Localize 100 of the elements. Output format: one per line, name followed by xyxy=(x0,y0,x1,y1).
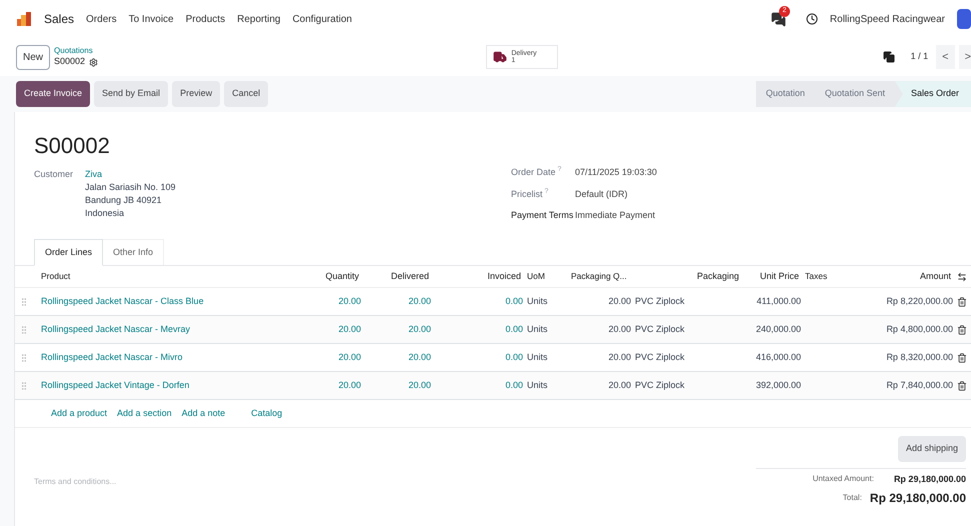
truck-icon xyxy=(493,50,508,64)
table-cell-text: 411,000.00 xyxy=(756,294,801,308)
column-header[interactable]: Packaging xyxy=(631,270,741,284)
table-cell-text: 20.00 xyxy=(407,378,431,392)
column-header[interactable]: Invoiced xyxy=(431,270,523,284)
table-cell-text: PVC Ziplock xyxy=(634,378,686,392)
record-name: S00002 xyxy=(54,56,86,68)
action-button[interactable]: Cancel xyxy=(224,81,268,107)
product-link[interactable]: Rollingspeed Jacket Nascar - Mivro xyxy=(37,350,321,364)
chat-icon[interactable] xyxy=(770,12,786,26)
record-title: S00002 xyxy=(33,132,111,160)
field-value[interactable]: Immediate Payment xyxy=(575,209,656,222)
untaxed-label: Untaxed Amount: xyxy=(812,473,874,486)
table-cell-text: 0.00 xyxy=(504,350,523,364)
stage-button[interactable]: Sales Order xyxy=(894,81,971,107)
field-label: Payment Terms xyxy=(511,209,574,222)
delete-icon[interactable] xyxy=(957,324,967,334)
tab[interactable]: Order Lines xyxy=(34,238,104,266)
menu-item[interactable]: To Invoice xyxy=(128,12,174,26)
delete-icon[interactable] xyxy=(957,380,967,390)
drag-handle-icon[interactable] xyxy=(19,352,29,362)
table-cell-text: 20.00 xyxy=(607,294,631,308)
column-header[interactable]: UoM xyxy=(523,270,567,283)
table-cell-text: 0.00 xyxy=(504,294,523,308)
company-name[interactable]: RollingSpeed Racingwear xyxy=(830,12,945,26)
new-button[interactable]: New xyxy=(16,44,50,70)
table-cell-text: Units xyxy=(526,322,549,336)
total-label: Total: xyxy=(842,492,862,504)
address-line: Jalan Sariasih No. 109 xyxy=(85,181,176,194)
table-cell-text: Rp 7,840,000.00 xyxy=(885,378,953,392)
action-button[interactable]: Create Invoice xyxy=(16,81,90,107)
column-header[interactable]: Product xyxy=(37,270,321,283)
previous-button[interactable]: < xyxy=(936,44,955,70)
column-header[interactable]: Amount xyxy=(861,270,953,284)
action-button[interactable]: Preview xyxy=(172,81,220,107)
pager-value[interactable]: 1 / 1 xyxy=(910,50,928,64)
table-cell-text: Rp 8,320,000.00 xyxy=(885,350,953,364)
add-line-link[interactable]: Catalog xyxy=(251,406,282,420)
table-cell-text: PVC Ziplock xyxy=(634,350,686,364)
add-line-link[interactable]: Add a note xyxy=(182,406,226,420)
add-line-link[interactable]: Add a product xyxy=(51,406,108,420)
table-cell-text: PVC Ziplock xyxy=(634,294,686,308)
drag-handle-icon[interactable] xyxy=(19,380,29,390)
address-line: Indonesia xyxy=(85,207,126,220)
tab[interactable]: Other Info xyxy=(103,238,164,265)
avatar[interactable] xyxy=(957,9,971,29)
field-label: Customer xyxy=(34,168,74,181)
document-icon[interactable] xyxy=(882,51,895,63)
table-cell-text: 20.00 xyxy=(607,350,631,364)
add-shipping-button[interactable]: Add shipping xyxy=(898,436,966,462)
table-cell-text: 416,000.00 xyxy=(754,350,801,364)
table-cell-text: Rp 8,220,000.00 xyxy=(885,294,953,308)
next-button[interactable]: > xyxy=(958,44,971,70)
menu-item[interactable]: Reporting xyxy=(237,12,280,26)
table-cell-text: Units xyxy=(526,378,549,392)
delete-icon[interactable] xyxy=(957,296,967,306)
column-header[interactable]: Packaging Q... xyxy=(567,270,631,283)
clock-icon[interactable] xyxy=(806,13,818,25)
table-cell-text: 20.00 xyxy=(407,294,431,308)
app-logo-icon xyxy=(16,11,32,27)
drag-handle-icon[interactable] xyxy=(19,296,29,306)
field-value[interactable]: Default (IDR) xyxy=(575,188,628,201)
column-header[interactable]: Delivered xyxy=(361,270,431,284)
action-button[interactable]: Send by Email xyxy=(94,81,168,107)
total-value: Rp 29,180,000.00 xyxy=(870,490,966,507)
table-cell-text: Rp 4,800,000.00 xyxy=(885,322,953,336)
table-cell-text: 20.00 xyxy=(407,350,431,364)
column-settings-icon[interactable] xyxy=(957,272,967,282)
add-line-link[interactable]: Add a section xyxy=(117,406,172,420)
drag-handle-icon[interactable] xyxy=(19,324,29,334)
column-header[interactable]: Taxes xyxy=(801,270,861,283)
table-cell-text: PVC Ziplock xyxy=(634,322,686,336)
table-cell-text: 20.00 xyxy=(337,322,361,336)
field-label: Pricelist xyxy=(511,188,543,200)
table-cell-text: 20.00 xyxy=(607,378,631,392)
table-cell-text: 0.00 xyxy=(504,378,523,392)
product-link[interactable]: Rollingspeed Jacket Nascar - Class Blue xyxy=(37,294,321,308)
menu-item[interactable]: Configuration xyxy=(292,12,352,26)
field-value[interactable]: 07/11/2025 19:03:30 xyxy=(575,166,657,180)
product-link[interactable]: Rollingspeed Jacket Vintage - Dorfen xyxy=(37,378,321,392)
column-header[interactable]: Quantity xyxy=(321,270,361,284)
table-cell-text: 20.00 xyxy=(337,378,361,392)
field-label: Order Date xyxy=(511,166,556,179)
app-name[interactable]: Sales xyxy=(44,10,74,28)
table-cell-text: 0.00 xyxy=(504,322,523,336)
column-header[interactable]: Unit Price xyxy=(741,270,801,284)
table-cell-text: 20.00 xyxy=(607,322,631,336)
table-cell-text: Units xyxy=(526,294,549,308)
delete-icon[interactable] xyxy=(957,352,967,362)
breadcrumb-link[interactable]: Quotations xyxy=(54,46,98,56)
stage-button[interactable]: Quotation xyxy=(756,81,815,107)
menu-item[interactable]: Products xyxy=(186,12,226,26)
menu-item[interactable]: Orders xyxy=(86,12,117,26)
settings-icon[interactable] xyxy=(89,58,98,66)
table-cell-text: 392,000.00 xyxy=(754,378,801,392)
stage-button[interactable]: Quotation Sent xyxy=(814,81,895,107)
table-cell-text: 20.00 xyxy=(337,294,361,308)
product-link[interactable]: Rollingspeed Jacket Nascar - Mevray xyxy=(37,322,321,336)
customer-link[interactable]: Ziva xyxy=(85,168,176,181)
address-line: Bandung JB 40921 xyxy=(85,194,163,207)
